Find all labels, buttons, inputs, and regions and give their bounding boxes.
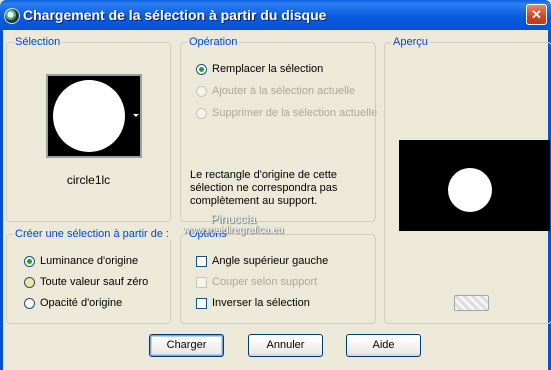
watermark: Pinuccia www.maidiregrafica.eu xyxy=(183,213,284,237)
checkbox-label: Angle supérieur gauche xyxy=(212,255,329,267)
radio-button[interactable] xyxy=(24,276,35,288)
operation-group: Opération Remplacer la sélection Ajouter… xyxy=(180,36,377,222)
window-title: Chargement de la sélection à partir du d… xyxy=(23,7,327,23)
radio-button[interactable] xyxy=(24,255,35,267)
preview-group: Aperçu xyxy=(384,36,551,324)
selection-group: Sélection circle1lc xyxy=(6,36,171,222)
checkbox[interactable] xyxy=(196,255,207,267)
selection-thumbnail-dropdown[interactable] xyxy=(46,74,142,158)
checkbox-label: Couper selon support xyxy=(212,276,318,288)
preview-group-legend: Aperçu xyxy=(391,36,430,48)
radio-add-selection: Ajouter à la sélection actuelle xyxy=(196,85,355,97)
radio-label: Supprimer de la sélection actuelle xyxy=(212,107,378,119)
selection-group-legend: Sélection xyxy=(13,36,63,48)
radio-label: Toute valeur sauf zéro xyxy=(40,276,149,288)
load-button[interactable]: Charger xyxy=(149,334,224,357)
checkbox-label: Inverser la sélection xyxy=(212,297,310,309)
checkbox-invert-selection[interactable]: Inverser la sélection xyxy=(196,297,310,309)
radio-button xyxy=(196,107,207,119)
radio-button[interactable] xyxy=(196,63,207,75)
preview-circle xyxy=(448,168,492,212)
radio-replace-selection[interactable]: Remplacer la sélection xyxy=(196,63,323,75)
operation-group-legend: Opération xyxy=(187,36,240,48)
radio-label: Remplacer la sélection xyxy=(212,63,324,75)
radio-label: Opacité d'origine xyxy=(40,297,123,309)
dropdown-arrow-icon[interactable] xyxy=(133,114,139,117)
radio-source-opacity[interactable]: Opacité d'origine xyxy=(24,297,122,309)
create-from-group: Créer une sélection à partir de : Lumina… xyxy=(6,228,172,324)
selection-thumbnail-circle xyxy=(53,80,125,152)
radio-source-luminance[interactable]: Luminance d'origine xyxy=(24,255,138,267)
checkbox-top-left-corner[interactable]: Angle supérieur gauche xyxy=(196,255,328,267)
preview-toggle-button[interactable] xyxy=(454,295,489,311)
checkbox[interactable] xyxy=(196,297,207,309)
radio-any-nonzero[interactable]: Toute valeur sauf zéro xyxy=(24,276,148,288)
options-group: Options Angle supérieur gauche Couper se… xyxy=(180,228,376,324)
watermark-name: Pinuccia xyxy=(210,212,256,226)
selection-name: circle1lc xyxy=(66,173,111,187)
checkbox xyxy=(196,276,207,288)
title-bar[interactable]: Chargement de la sélection à partir du d… xyxy=(0,0,551,30)
operation-note: Le rectangle d'origine de cette sélectio… xyxy=(190,169,338,207)
radio-button xyxy=(196,85,207,97)
help-button[interactable]: Aide xyxy=(346,334,421,357)
radio-label: Ajouter à la sélection actuelle xyxy=(212,85,356,97)
close-button[interactable]: ✕ xyxy=(526,4,547,25)
radio-label: Luminance d'origine xyxy=(40,255,139,267)
cancel-button[interactable]: Annuler xyxy=(248,334,323,357)
radio-subtract-selection: Supprimer de la sélection actuelle xyxy=(196,107,377,119)
app-icon xyxy=(4,8,20,24)
preview-image xyxy=(399,140,550,231)
dialog-body: Sélection circle1lc Opération Remplacer … xyxy=(0,30,551,370)
watermark-url: www.maidiregrafica.eu xyxy=(183,225,284,236)
checkbox-crop-to-canvas: Couper selon support xyxy=(196,276,317,288)
create-from-group-legend: Créer une sélection à partir de : xyxy=(13,228,172,240)
radio-button[interactable] xyxy=(24,297,35,309)
